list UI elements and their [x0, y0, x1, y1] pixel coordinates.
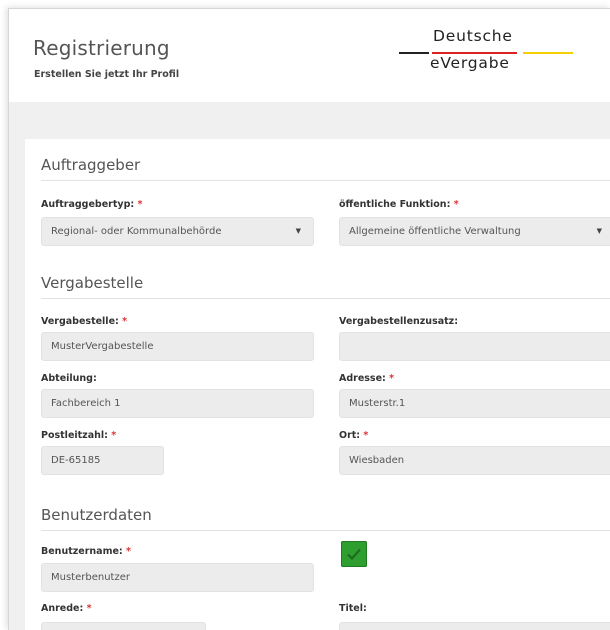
logo-word-evergabe: eVergabe — [430, 54, 510, 72]
label-benutzername: Benutzername: * — [41, 546, 132, 557]
label-vergabestellenzusatz: Vergabestellenzusatz: — [339, 316, 459, 327]
caret-down-icon: ▼ — [295, 227, 301, 235]
section-divider — [41, 180, 610, 181]
label-ort: Ort: * — [339, 430, 369, 441]
required-marker: * — [137, 199, 143, 210]
page-header: Registrierung Erstellen Sie jetzt Ihr Pr… — [9, 9, 610, 102]
checkmark-icon — [341, 541, 367, 567]
required-marker: * — [363, 430, 369, 441]
vergabestellenzusatz-input[interactable] — [339, 332, 610, 361]
logo-bar-black — [399, 52, 429, 54]
checkmark-glyph — [347, 548, 361, 561]
label-titel: Titel: — [339, 603, 367, 614]
label-oeffentliche-funktion: öffentliche Funktion: * — [339, 199, 459, 210]
label-auftraggebertyp: Auftraggebertyp: * — [41, 199, 143, 210]
label-vergabestelle: Vergabestelle: * — [41, 316, 128, 327]
label-postleitzahl: Postleitzahl: * — [41, 430, 117, 441]
page-title: Registrierung — [33, 36, 170, 60]
required-marker: * — [126, 546, 132, 557]
logo-bar-gold — [523, 52, 573, 54]
label-adresse: Adresse: * — [339, 373, 395, 384]
ort-input[interactable]: Wiesbaden — [339, 446, 610, 475]
oeffentliche-funktion-select[interactable]: Allgemeine öffentliche Verwaltung ▼ — [339, 217, 610, 246]
section-title-vergabestelle: Vergabestelle — [41, 274, 144, 292]
postleitzahl-input[interactable]: DE-65185 — [41, 446, 164, 475]
page-subtitle: Erstellen Sie jetzt Ihr Profil — [34, 69, 180, 80]
label-anrede: Anrede: * — [41, 603, 92, 614]
required-marker: * — [453, 199, 459, 210]
registration-form: Auftraggeber Auftraggebertyp: * Regional… — [25, 139, 610, 630]
registration-window: Registrierung Erstellen Sie jetzt Ihr Pr… — [8, 8, 610, 630]
required-marker: * — [111, 430, 117, 441]
required-marker: * — [122, 316, 128, 327]
section-title-benutzerdaten: Benutzerdaten — [41, 506, 152, 524]
required-marker: * — [389, 373, 395, 384]
label-abteilung: Abteilung: — [41, 373, 97, 384]
logo-word-deutsche: Deutsche — [433, 27, 513, 45]
abteilung-input[interactable]: Fachbereich 1 — [41, 389, 314, 418]
section-title-auftraggeber: Auftraggeber — [41, 156, 141, 174]
section-divider — [41, 298, 610, 299]
adresse-input[interactable]: Musterstr.1 — [339, 389, 610, 418]
benutzername-input[interactable]: Musterbenutzer — [41, 563, 314, 592]
deutsche-evergabe-logo: Deutsche eVergabe — [399, 25, 579, 85]
vergabestelle-input[interactable]: MusterVergabestelle — [41, 332, 314, 361]
caret-down-icon: ▼ — [596, 227, 602, 235]
required-marker: * — [86, 603, 92, 614]
section-divider — [41, 530, 610, 531]
auftraggebertyp-select[interactable]: Regional- oder Kommunalbehörde ▼ — [41, 217, 314, 246]
